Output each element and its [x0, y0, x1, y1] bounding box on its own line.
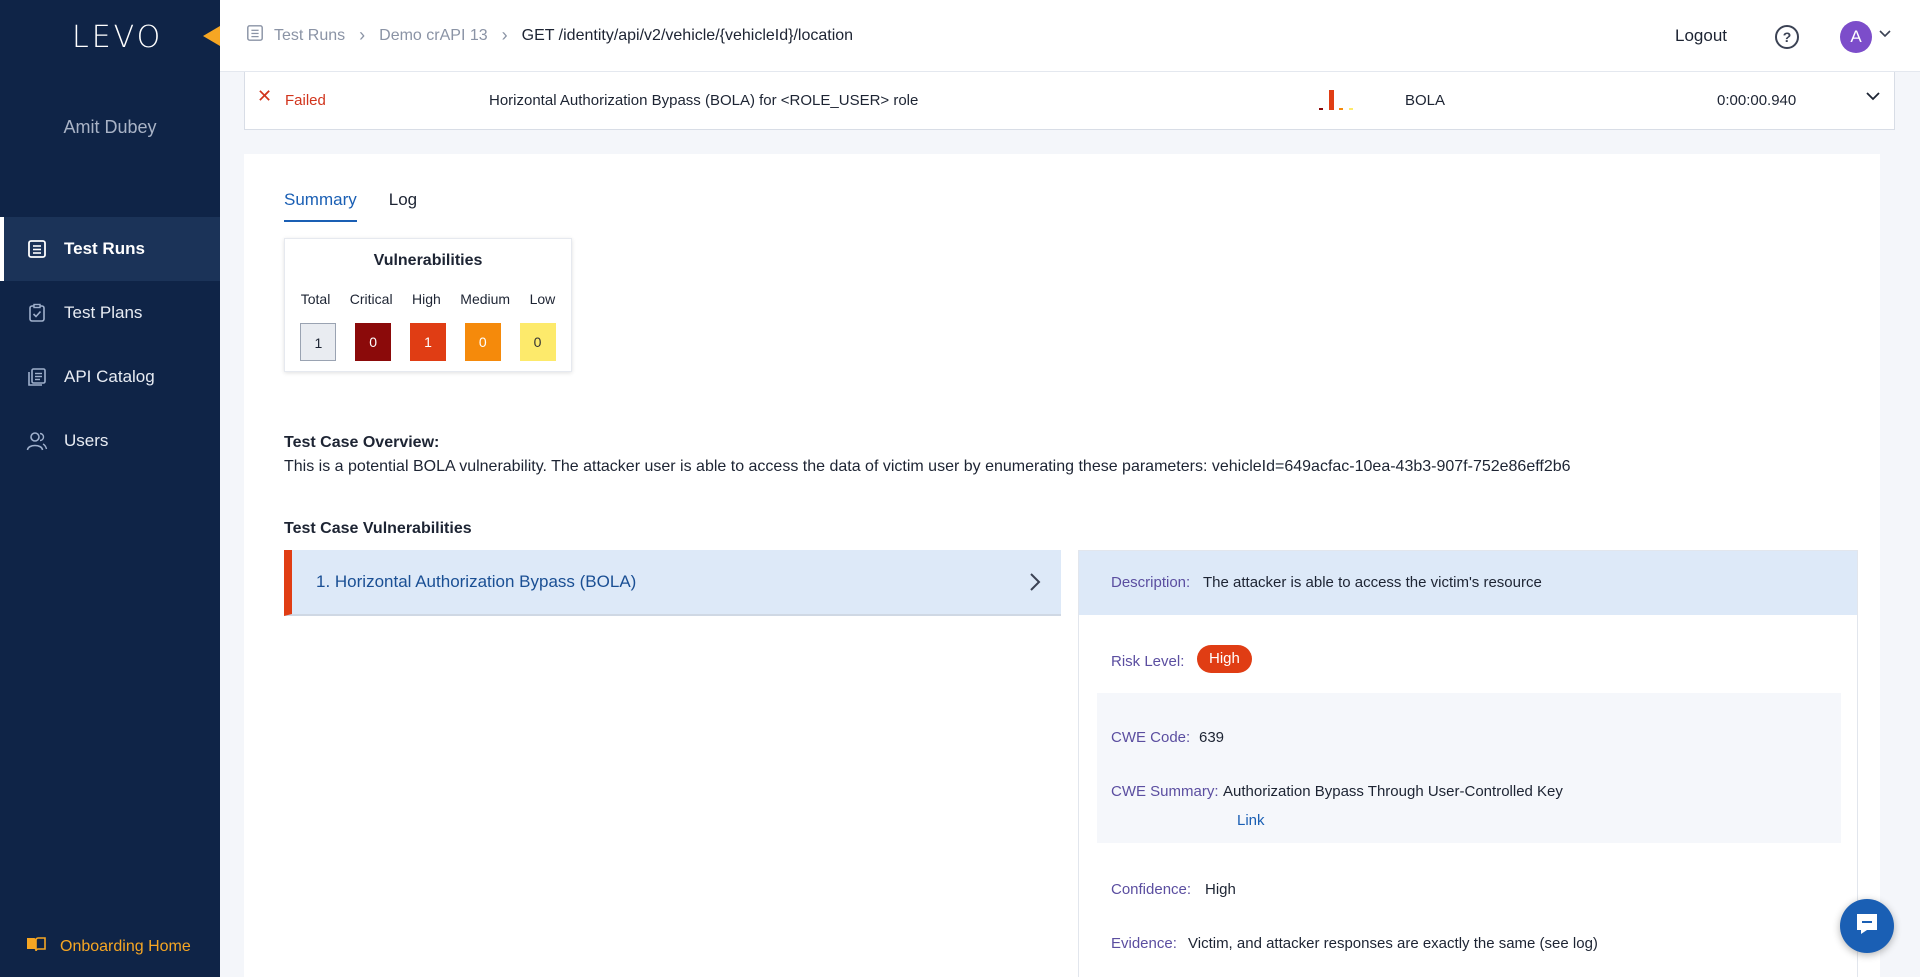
vulnerability-item-label: 1. Horizontal Authorization Bypass (BOLA…: [316, 572, 637, 591]
count-total: 1: [300, 323, 337, 361]
tab-log[interactable]: Log: [389, 190, 417, 222]
list-icon: [246, 24, 264, 47]
test-case-vulnerabilities-heading: Test Case Vulnerabilities: [284, 520, 472, 537]
severity-label-high: High: [412, 291, 441, 307]
levo-logo[interactable]: LEVO: [72, 20, 163, 55]
sidebar-nav: Test Runs Test Plans API Catalog Users: [0, 217, 220, 473]
test-result-panel: Summary Log Vulnerabilities Total Critic…: [244, 154, 1880, 977]
catalog-icon: [26, 366, 48, 388]
overview-heading: Test Case Overview:: [284, 434, 440, 451]
top-header: Test Runs › Demo crAPI 13 › GET /identit…: [220, 0, 1920, 72]
sidebar-item-label: API Catalog: [64, 367, 155, 386]
tabs: Summary Log: [284, 190, 449, 222]
evidence-value: Victim, and attacker responses are exact…: [1188, 935, 1598, 952]
count-high: 1: [409, 323, 446, 361]
count-critical: 0: [355, 323, 392, 361]
risk-level-key: Risk Level:: [1111, 653, 1185, 670]
sidebar-item-test-runs[interactable]: Test Runs: [0, 217, 220, 281]
chevron-right-icon: ›: [359, 25, 366, 45]
sidebar-item-test-plans[interactable]: Test Plans: [0, 281, 220, 345]
avatar[interactable]: A: [1840, 21, 1872, 53]
sidebar-item-label: Test Plans: [64, 303, 143, 322]
sidebar-collapse-icon[interactable]: [203, 26, 220, 46]
risk-level-badge: High: [1197, 645, 1252, 673]
description-key: Description:: [1111, 574, 1191, 591]
sidebar-item-api-catalog[interactable]: API Catalog: [0, 345, 220, 409]
status-label: Failed: [285, 92, 326, 109]
count-medium: 0: [464, 323, 501, 361]
severity-label-low: Low: [529, 291, 556, 307]
list-icon: [26, 238, 48, 260]
cwe-code-value: 639: [1199, 729, 1225, 746]
vulnerabilities-title: Vulnerabilities: [373, 252, 483, 269]
clipboard-check-icon: [26, 302, 48, 324]
onboarding-home-label: Onboarding Home: [60, 937, 191, 955]
severity-label-medium: Medium: [460, 291, 511, 307]
sidebar-item-label: Test Runs: [64, 239, 145, 258]
breadcrumb-current: GET /identity/api/v2/vehicle/{vehicleId}…: [521, 26, 854, 44]
chat-support-button[interactable]: [1840, 899, 1894, 953]
count-low: 0: [519, 323, 556, 361]
severity-labels: Total Critical High Medium Low: [285, 291, 571, 307]
confidence-key: Confidence:: [1111, 881, 1192, 898]
chevron-down-icon[interactable]: [1865, 88, 1881, 105]
book-icon: [26, 936, 46, 957]
failed-x-icon: ✕: [257, 86, 273, 106]
sidebar-item-label: Users: [64, 431, 109, 450]
logout-button[interactable]: Logout: [1675, 26, 1727, 46]
sidebar: LEVO Amit Dubey Test Runs Test Plans API…: [0, 0, 220, 977]
vulnerability-detail: Description: The attacker is able to acc…: [1078, 550, 1858, 977]
chat-icon: [1854, 912, 1880, 941]
cwe-code-key: CWE Code:: [1111, 729, 1191, 746]
tab-summary[interactable]: Summary: [284, 190, 357, 222]
cwe-section: CWE Code: 639 CWE Summary: Authorization…: [1097, 693, 1841, 843]
test-case-title: Horizontal Authorization Bypass (BOLA) f…: [489, 92, 919, 109]
chevron-down-icon[interactable]: [1879, 27, 1891, 41]
chevron-right-icon: [1029, 572, 1041, 597]
evidence-key: Evidence:: [1111, 935, 1177, 952]
severity-label-total: Total: [300, 291, 331, 307]
breadcrumb-test-run[interactable]: Demo crAPI 13: [379, 27, 487, 45]
overview-text: This is a potential BOLA vulnerability. …: [284, 458, 1571, 475]
breadcrumb: Test Runs › Demo crAPI 13 › GET /identit…: [246, 24, 853, 47]
severity-counts: 1 0 1 0 0: [285, 323, 571, 361]
duration-label: 0:00:00.940: [1717, 92, 1797, 109]
description-row: Description: The attacker is able to acc…: [1079, 551, 1857, 615]
breadcrumb-test-runs[interactable]: Test Runs: [274, 27, 345, 45]
confidence-value: High: [1205, 881, 1236, 898]
user-name: Amit Dubey: [63, 117, 157, 137]
category-label: BOLA: [1405, 92, 1446, 109]
severity-label-critical: Critical: [349, 291, 393, 307]
question-circle-icon[interactable]: ?: [1775, 25, 1799, 49]
vulnerability-list-item[interactable]: 1. Horizontal Authorization Bypass (BOLA…: [284, 550, 1061, 616]
cwe-summary-value: Authorization Bypass Through User-Contro…: [1223, 783, 1563, 800]
description-value: The attacker is able to access the victi…: [1203, 574, 1542, 591]
test-result-row[interactable]: ✕ Failed Horizontal Authorization Bypass…: [244, 72, 1895, 130]
cwe-link[interactable]: Link: [1237, 812, 1265, 829]
vulnerabilities-card: Vulnerabilities Total Critical High Medi…: [284, 238, 572, 372]
cwe-summary-key: CWE Summary:: [1111, 783, 1219, 800]
sidebar-item-users[interactable]: Users: [0, 409, 220, 473]
chevron-right-icon: ›: [501, 25, 508, 45]
severity-mini-chart: [1317, 86, 1357, 112]
onboarding-home-link[interactable]: Onboarding Home: [26, 936, 191, 957]
users-icon: [26, 430, 48, 452]
